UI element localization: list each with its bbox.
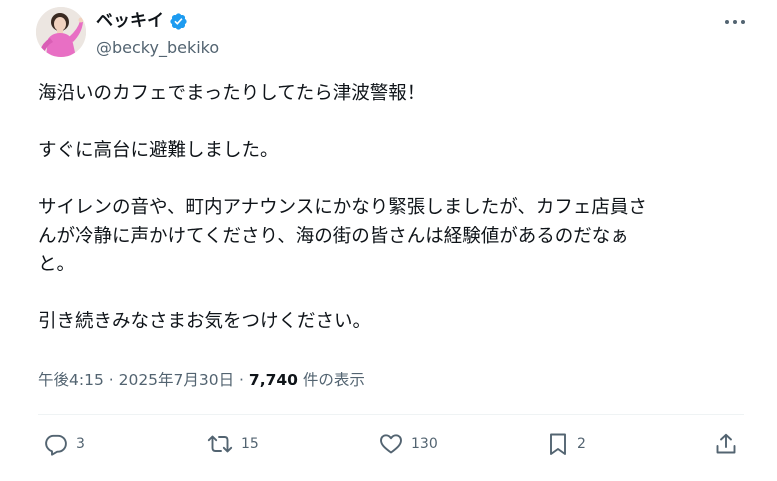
share-button[interactable]	[714, 431, 738, 457]
divider	[38, 414, 744, 415]
author-display-name[interactable]: ベッキイ	[96, 10, 164, 32]
tweet-text: 海沿いのカフェでまったりしてたら津波警報！ すぐに高台に避難しました。 サイレン…	[38, 80, 758, 337]
tweet-date[interactable]: 2025年7月30日	[119, 371, 235, 389]
reply-bubble-icon	[45, 434, 67, 456]
like-count: 130	[411, 436, 438, 452]
author-handle[interactable]: @becky_bekiko	[96, 38, 219, 58]
retweet-arrows-icon	[207, 435, 233, 453]
tweet-meta: 午後4:15 · 2025年7月30日 · 7,740 件の表示	[38, 370, 365, 390]
avatar[interactable]	[36, 7, 86, 57]
reply-button[interactable]: 3	[44, 431, 85, 457]
retweet-button[interactable]: 15	[207, 431, 259, 457]
meta-separator: ·	[234, 371, 249, 389]
views-label[interactable]: 件の表示	[298, 371, 365, 389]
tweet-line: 引き続きみなさまお気をつけください。	[38, 311, 372, 332]
avatar-photo	[36, 7, 86, 57]
heart-icon	[380, 434, 402, 454]
tweet-line: 海沿いのカフェでまったりしてたら津波警報！	[38, 83, 426, 104]
share-upload-icon	[716, 433, 736, 454]
more-dots-icon	[725, 20, 745, 24]
views-count[interactable]: 7,740	[249, 371, 298, 389]
tweet-line: サイレンの音や、町内アナウンスにかなり緊張しましたが、カフェ店員さ	[38, 197, 647, 218]
retweet-count: 15	[241, 436, 259, 452]
reply-count: 3	[76, 436, 85, 452]
meta-separator: ·	[103, 371, 119, 389]
bookmark-count: 2	[577, 436, 586, 452]
tweet-line: すぐに高台に避難しました。	[38, 140, 279, 161]
tweet-line: んが冷静に声かけてくださり、海の街の皆さんは経験値があるのだなぁ	[38, 225, 629, 247]
like-button[interactable]: 130	[379, 431, 438, 457]
more-options-button[interactable]	[722, 12, 748, 32]
bookmark-button[interactable]: 2	[547, 431, 586, 457]
tweet-time[interactable]: 午後4:15	[38, 371, 104, 389]
tweet-card: ベッキイ @becky_bekiko 海沿いのカフェでまったりしてたら津波警報！…	[0, 0, 777, 481]
author-name-row[interactable]: ベッキイ	[96, 10, 188, 32]
verified-badge-icon[interactable]	[169, 12, 188, 31]
tweet-line: と。	[38, 254, 76, 275]
bookmark-icon	[550, 433, 566, 455]
